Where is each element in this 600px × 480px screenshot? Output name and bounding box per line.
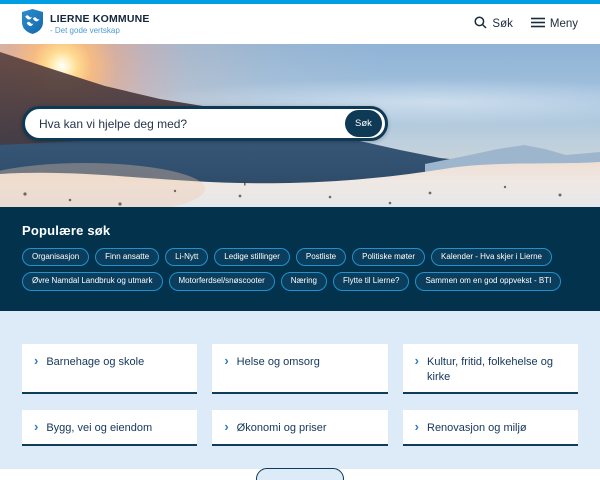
hero-search-input[interactable] bbox=[25, 109, 345, 138]
popular-search-pill[interactable]: Postliste bbox=[296, 248, 346, 266]
site-header: LIERNE KOMMUNE - Det gode vertskap Søk M… bbox=[0, 4, 600, 44]
hero-winter-landscape-image: Søk bbox=[0, 44, 600, 207]
service-card-grid: › Barnehage og skole › Helse og omsorg ›… bbox=[22, 344, 578, 447]
coat-of-arms-shield-icon bbox=[22, 9, 43, 39]
logo-title: LIERNE KOMMUNE bbox=[50, 13, 150, 25]
more-services-button-partial[interactable] bbox=[256, 468, 344, 480]
service-card-okonomi-og-priser[interactable]: › Økonomi og priser bbox=[212, 410, 387, 446]
popular-search-section: Populære søk Organisasjon Finn ansatte L… bbox=[0, 207, 600, 311]
popular-search-pill[interactable]: Flytte til Lierne? bbox=[333, 272, 409, 290]
popular-search-pill[interactable]: Sammen om en god oppvekst - BTI bbox=[415, 272, 561, 290]
header-menu-label: Meny bbox=[550, 18, 578, 30]
hamburger-icon bbox=[531, 17, 545, 31]
kommune-logo[interactable]: LIERNE KOMMUNE - Det gode vertskap bbox=[22, 9, 150, 39]
service-card-renovasjon-og-miljo[interactable]: › Renovasjon og miljø bbox=[403, 410, 578, 446]
services-section: › Barnehage og skole › Helse og omsorg ›… bbox=[0, 311, 600, 469]
header-nav: Søk Meny bbox=[474, 16, 578, 32]
header-search-label: Søk bbox=[492, 18, 512, 30]
chevron-right-icon: › bbox=[415, 420, 419, 434]
service-card-helse-og-omsorg[interactable]: › Helse og omsorg bbox=[212, 344, 387, 395]
popular-search-pill[interactable]: Organisasjon bbox=[22, 248, 89, 266]
popular-search-pill[interactable]: Ledige stillinger bbox=[214, 248, 290, 266]
popular-search-row-2: Øvre Namdal Landbruk og utmark Motorferd… bbox=[22, 272, 578, 290]
popular-search-pill[interactable]: Finn ansatte bbox=[95, 248, 159, 266]
popular-search-pill[interactable]: Li-Nytt bbox=[165, 248, 208, 266]
popular-search-title: Populære søk bbox=[22, 223, 578, 238]
search-icon bbox=[474, 16, 487, 32]
popular-search-row-1: Organisasjon Finn ansatte Li-Nytt Ledige… bbox=[22, 248, 578, 266]
header-menu-button[interactable]: Meny bbox=[531, 17, 578, 31]
service-card-label: Kultur, fritid, folkehelse og kirke bbox=[427, 354, 566, 385]
popular-search-pill[interactable]: Næring bbox=[281, 272, 327, 290]
popular-search-pill[interactable]: Øvre Namdal Landbruk og utmark bbox=[22, 272, 163, 290]
service-card-label: Bygg, vei og eiendom bbox=[46, 420, 152, 436]
chevron-right-icon: › bbox=[224, 354, 228, 368]
chevron-right-icon: › bbox=[415, 354, 419, 368]
header-search-button[interactable]: Søk bbox=[474, 16, 512, 32]
popular-search-pill[interactable]: Kalender - Hva skjer i Lierne bbox=[431, 248, 552, 266]
chevron-right-icon: › bbox=[34, 420, 38, 434]
service-card-label: Helse og omsorg bbox=[237, 354, 320, 370]
service-card-kultur-fritid[interactable]: › Kultur, fritid, folkehelse og kirke bbox=[403, 344, 578, 395]
service-card-label: Renovasjon og miljø bbox=[427, 420, 527, 436]
popular-search-pill[interactable]: Motorferdsel/snøscooter bbox=[169, 272, 275, 290]
service-card-label: Barnehage og skole bbox=[46, 354, 144, 370]
service-card-barnehage-og-skole[interactable]: › Barnehage og skole bbox=[22, 344, 197, 395]
service-card-label: Økonomi og priser bbox=[237, 420, 327, 436]
hero-search-submit-button[interactable]: Søk bbox=[345, 110, 382, 137]
logo-subtitle: - Det gode vertskap bbox=[50, 26, 150, 35]
chevron-right-icon: › bbox=[34, 354, 38, 368]
service-card-bygg-vei-eiendom[interactable]: › Bygg, vei og eiendom bbox=[22, 410, 197, 446]
chevron-right-icon: › bbox=[224, 420, 228, 434]
hero-search-bar: Søk bbox=[22, 106, 388, 141]
popular-search-pill[interactable]: Politiske møter bbox=[352, 248, 425, 266]
